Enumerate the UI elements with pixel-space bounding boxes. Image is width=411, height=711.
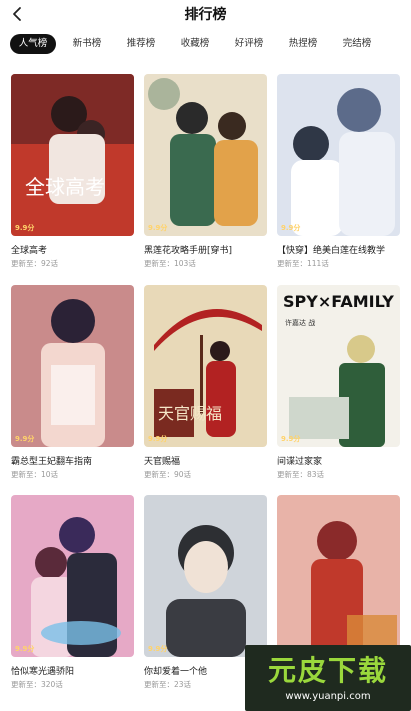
book-update: 更新至：90话 xyxy=(144,470,192,479)
book-title: 霸总型王妃翻车指南 xyxy=(11,457,93,467)
score-badge: 9.9分 xyxy=(148,435,168,443)
score-badge: 9.9分 xyxy=(15,435,35,443)
watermark-url: www.yuanpi.com xyxy=(285,691,371,702)
page-title: 排行榜 xyxy=(184,7,227,23)
book-cover xyxy=(277,495,400,657)
book-cover: 9.9分 xyxy=(277,74,400,236)
book-title: 黑莲花攻略手册[穿书] xyxy=(144,246,233,256)
book-cover: 9.9分 xyxy=(144,495,267,657)
header: 排行榜 xyxy=(0,0,411,28)
book-title: 间谍过家家 xyxy=(277,457,323,467)
book-cover: 9.9分 xyxy=(11,285,134,447)
book-title: 天官赐福 xyxy=(144,457,181,467)
book-cover: 9.9分 xyxy=(11,495,134,657)
book-cover: 天官赐福 9.9分 xyxy=(144,285,267,447)
book-update: 更新至：92话 xyxy=(11,259,59,268)
book-update: 更新至：103话 xyxy=(144,259,196,268)
score-badge: 9.9分 xyxy=(281,224,301,232)
book-cover: SPY×FAMILY 许嘉达 战 9.9分 xyxy=(277,285,400,447)
cover-title-text: 天官赐福 xyxy=(158,404,222,423)
book-cover: 9.9分 xyxy=(144,74,267,236)
book-update: 更新至：10话 xyxy=(11,470,59,479)
tab-rating[interactable]: 好评榜 xyxy=(228,34,270,54)
tab-completed[interactable]: 完结榜 xyxy=(336,34,378,54)
tab-new[interactable]: 新书榜 xyxy=(66,34,108,54)
score-badge: 9.9分 xyxy=(148,224,168,232)
watermark-logo-text: 元皮下载 xyxy=(267,654,388,687)
score-badge: 9.9分 xyxy=(15,645,35,653)
book-title: 【快穿】绝美白莲在线教学 xyxy=(277,246,386,256)
watermark: 元皮下载 www.yuanpi.com xyxy=(245,645,411,711)
book-cover: 全球高考 9.9分 xyxy=(11,74,134,236)
cover-title-text: SPY×FAMILY xyxy=(283,292,394,311)
book-update: 更新至：111话 xyxy=(277,259,329,268)
score-badge: 9.9分 xyxy=(281,435,301,443)
score-badge: 9.9分 xyxy=(148,645,168,653)
book-title: 恰似寒光遇骄阳 xyxy=(11,667,75,677)
tab-favorites[interactable]: 收藏榜 xyxy=(174,34,216,54)
book-update: 更新至：320话 xyxy=(11,680,63,689)
cover-subtitle-text: 许嘉达 战 xyxy=(285,318,315,327)
tab-popular[interactable]: 人气榜 xyxy=(10,34,56,54)
score-badge: 9.9分 xyxy=(15,224,35,232)
ranking-tabs: 人气榜 新书榜 推荐榜 收藏榜 好评榜 热捏榜 完结榜 xyxy=(0,34,411,56)
book-title: 全球高考 xyxy=(11,246,48,256)
book-update: 更新至：83话 xyxy=(277,470,325,479)
cover-title-text: 全球高考 xyxy=(25,175,105,199)
tab-hot[interactable]: 热捏榜 xyxy=(282,34,324,54)
tab-recommend[interactable]: 推荐榜 xyxy=(120,34,162,54)
